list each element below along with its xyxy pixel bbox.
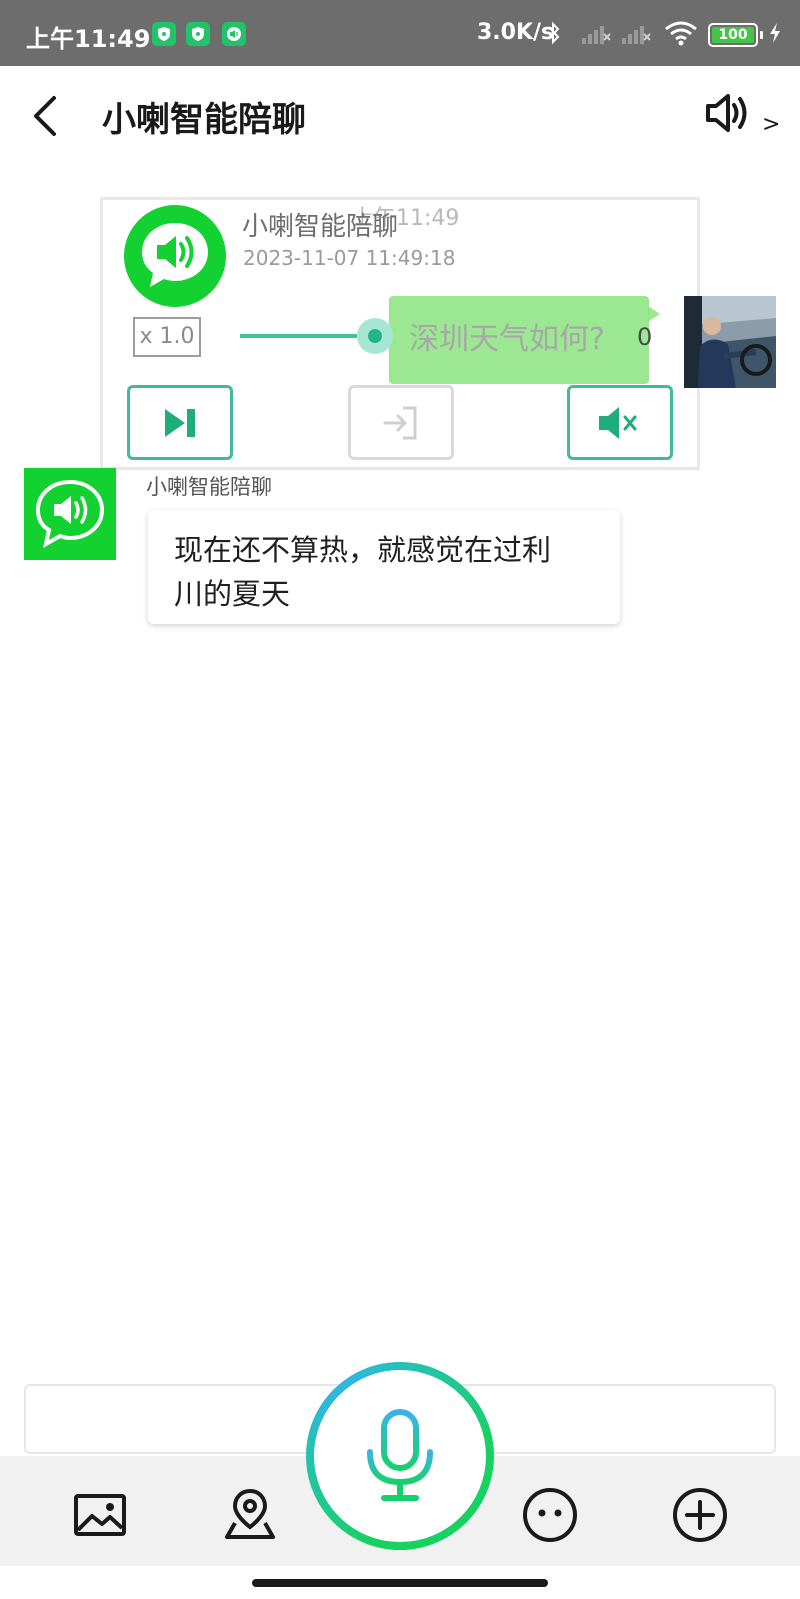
mic-inner <box>314 1370 486 1542</box>
voice-input-button[interactable] <box>306 1362 494 1550</box>
skip-next-button[interactable] <box>127 385 233 460</box>
playback-speed-button[interactable]: x 1.0 <box>133 317 201 357</box>
bot-message-bubble[interactable]: 现在还不算热，就感觉在过利 川的夏天 <box>148 510 620 624</box>
bot-message-line: 川的夏天 <box>174 577 291 611</box>
player-date: 2023-11-07 11:49:18 <box>243 246 456 270</box>
image-icon <box>74 1494 126 1536</box>
speaker-chat-icon <box>35 479 105 548</box>
image-button[interactable] <box>68 1483 132 1547</box>
chevron-left-icon <box>34 96 56 136</box>
speaker-chevron: > <box>762 112 781 137</box>
player-name: 小喇智能陪聊 <box>242 212 399 242</box>
progress-knob[interactable] <box>357 318 393 354</box>
battery-tip <box>760 31 763 39</box>
plus-icon <box>673 1488 727 1542</box>
battery-icon: 100 <box>708 23 758 47</box>
mute-icon <box>599 406 637 439</box>
status-bar: 上午11:49 3.0K/s 100 <box>0 0 800 66</box>
user-avatar[interactable] <box>684 296 776 388</box>
location-icon <box>225 1488 275 1539</box>
shield-icon <box>152 22 176 46</box>
bluetooth-icon <box>546 20 562 50</box>
emoji-icon <box>523 1488 577 1542</box>
progress-knob-dot <box>368 329 382 343</box>
page-title: 小喇智能陪聊 <box>102 100 306 140</box>
signal-icon <box>620 20 652 50</box>
wifi-icon <box>664 20 698 50</box>
plus-button[interactable] <box>668 1483 732 1547</box>
shield-icon <box>186 22 210 46</box>
speaker-icon <box>706 94 747 132</box>
progress-fill <box>240 334 357 338</box>
bot-message-line: 现在还不算热，就感觉在过利 <box>174 533 552 567</box>
header: 小喇智能陪聊 > <box>0 66 800 166</box>
bot-avatar[interactable] <box>24 468 116 560</box>
mute-button[interactable] <box>567 385 673 460</box>
speaker-button[interactable]: > <box>702 88 782 144</box>
user-message-bubble[interactable]: 深圳天气如何? <box>389 296 649 384</box>
microphone-icon <box>367 1409 433 1501</box>
network-speed: 3.0K/s <box>477 20 555 45</box>
bot-name: 小喇智能陪聊 <box>146 475 272 499</box>
emoji-button[interactable] <box>518 1483 582 1547</box>
sign-in-icon <box>383 406 417 439</box>
signal-icon <box>580 20 612 50</box>
player-logo-icon <box>124 205 226 307</box>
home-indicator[interactable] <box>252 1579 548 1587</box>
skip-next-icon <box>165 408 195 437</box>
user-message-text: 深圳天气如何? <box>409 322 605 357</box>
speaker-chat-icon <box>222 22 246 46</box>
status-time: 上午11:49 <box>26 25 151 53</box>
battery-level: 100 <box>712 27 754 43</box>
location-button[interactable] <box>218 1483 282 1547</box>
user-bubble-tail <box>648 306 660 322</box>
progress-count: 0 <box>637 323 653 351</box>
back-button[interactable] <box>20 88 76 144</box>
sign-in-button[interactable] <box>348 385 454 460</box>
charging-icon <box>768 22 782 48</box>
